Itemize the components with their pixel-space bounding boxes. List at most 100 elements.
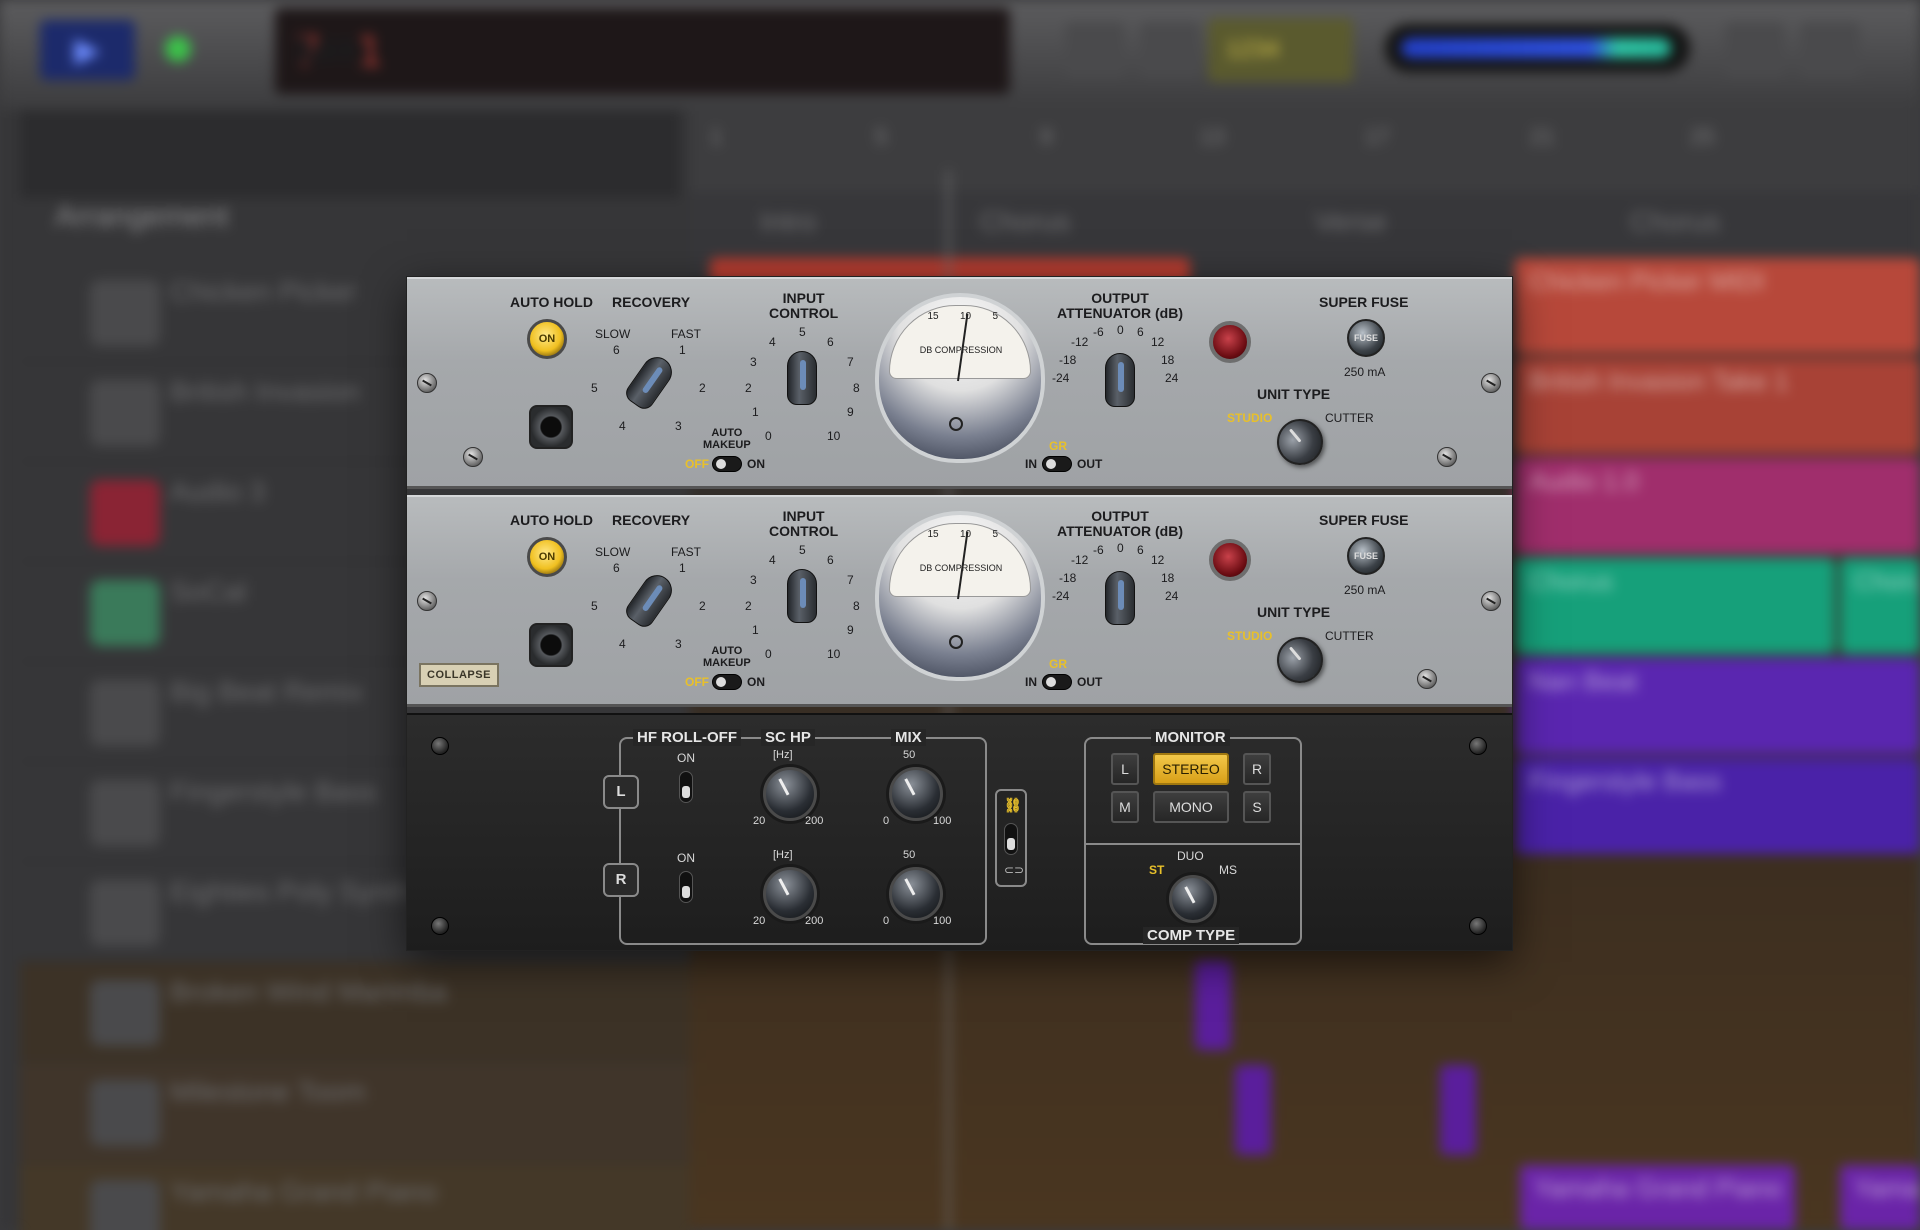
monitor-m-button[interactable]: M xyxy=(1111,791,1139,823)
screw-icon xyxy=(1437,447,1457,467)
link-switch[interactable] xyxy=(1004,823,1018,855)
auto-hold-button[interactable]: ON xyxy=(527,537,567,577)
loop-browser-button[interactable] xyxy=(1800,22,1860,78)
unit-type-label: UNIT TYPE xyxy=(1257,604,1331,620)
master-volume-slider[interactable] xyxy=(1385,24,1690,72)
meter-scale: 20 15 10 5 0 xyxy=(895,529,1025,540)
region[interactable]: Fingerstyle Bass xyxy=(1515,758,1920,854)
region[interactable] xyxy=(1440,1065,1476,1155)
marker[interactable]: Chorus xyxy=(1630,206,1720,238)
monitor-stereo-button[interactable]: STEREO xyxy=(1153,753,1229,785)
region[interactable] xyxy=(1195,960,1231,1050)
unit-type-knob[interactable] xyxy=(1267,627,1333,693)
auto-makeup-switch[interactable] xyxy=(712,456,742,472)
fuse-button[interactable]: FUSE xyxy=(1347,537,1385,575)
meter-scale: 20 15 10 5 0 xyxy=(895,311,1025,322)
notepad-button[interactable] xyxy=(1725,22,1785,78)
input-control-label: INPUT CONTROL xyxy=(769,508,839,539)
meter-in-out-switch[interactable] xyxy=(1042,456,1072,472)
sc-hp-r-knob[interactable] xyxy=(763,867,817,921)
mix-r-knob[interactable] xyxy=(889,867,943,921)
hf-rolloff-r-switch[interactable] xyxy=(679,871,693,903)
compressor-unit-1: AUTO HOLD ON RECOVERY SLOW FAST 6 5 4 3 … xyxy=(407,277,1512,489)
screw-icon xyxy=(1481,591,1501,611)
output-attenuator-knob[interactable] xyxy=(1105,571,1135,625)
screw-icon xyxy=(1481,373,1501,393)
marker[interactable]: Verse xyxy=(1315,206,1387,238)
play-button[interactable]: ▶ xyxy=(40,20,135,80)
sc-hp-label: SC HP xyxy=(761,729,815,746)
comp-type-knob[interactable] xyxy=(1169,875,1217,923)
auto-hold-label: AUTO HOLD xyxy=(510,294,593,310)
recovery-knob[interactable] xyxy=(622,569,678,631)
studio-label: STUDIO xyxy=(1227,411,1273,425)
marker[interactable]: Intro xyxy=(760,206,816,238)
count-in-display[interactable]: 1234 xyxy=(1208,18,1353,82)
input-jack-icon xyxy=(529,405,573,449)
pilot-lamp-icon xyxy=(1209,321,1251,363)
input-control-knob[interactable] xyxy=(787,351,817,405)
unit-type-knob[interactable] xyxy=(1267,409,1333,475)
region[interactable] xyxy=(1235,1065,1271,1155)
gain-reduction-meter: 20 15 10 5 0 DB COMPRESSION xyxy=(875,293,1045,463)
tuner-button[interactable] xyxy=(1140,22,1200,78)
screw-icon xyxy=(417,373,437,393)
region[interactable]: Yamaha xyxy=(1840,1165,1920,1230)
auto-makeup-label: AUTO MAKEUP xyxy=(703,427,751,451)
recovery-label: RECOVERY xyxy=(612,294,691,310)
region[interactable]: Chorus xyxy=(1840,558,1920,654)
track-row[interactable]: Milestone Toom xyxy=(20,1062,690,1162)
lcd-display: 2 7 1 1 223 140 Cmaj 4/4 xyxy=(275,8,1010,94)
record-indicator[interactable] xyxy=(165,36,191,62)
auto-makeup-label: AUTO MAKEUP xyxy=(703,645,751,669)
collapse-button[interactable]: COLLAPSE xyxy=(419,663,499,687)
screw-icon xyxy=(431,917,449,935)
region[interactable]: Yamaha Grand Piano xyxy=(1520,1165,1795,1230)
screw-icon xyxy=(463,447,483,467)
track-row[interactable]: Broken Wind Marimba xyxy=(20,962,690,1062)
ruler[interactable]: 1 5 9 13 17 21 25 xyxy=(690,110,1920,192)
hf-rolloff-label: HF ROLL-OFF xyxy=(633,729,741,746)
cutter-label: CUTTER xyxy=(1325,629,1374,643)
monitor-mono-button[interactable]: MONO xyxy=(1153,791,1229,823)
fast-label: FAST xyxy=(671,327,702,341)
auto-hold-label: AUTO HOLD xyxy=(510,512,593,528)
region[interactable]: Chicken Picker MIDI xyxy=(1515,258,1920,354)
monitor-s-button[interactable]: S xyxy=(1243,791,1271,823)
region[interactable]: Chorus xyxy=(1515,558,1835,654)
monitor-r-button[interactable]: R xyxy=(1243,753,1271,785)
region[interactable]: Nan Beat xyxy=(1515,658,1920,754)
right-channel-label: R xyxy=(603,863,639,897)
track-row[interactable]: Yamaha Grand Piano xyxy=(20,1162,690,1230)
screw-icon xyxy=(1469,737,1487,755)
studio-label: STUDIO xyxy=(1227,629,1273,643)
sc-hp-l-knob[interactable] xyxy=(763,767,817,821)
lcd-signature: 4/4 xyxy=(295,31,357,71)
hf-rolloff-l-switch[interactable] xyxy=(679,771,693,803)
gain-reduction-meter: 20 15 10 5 0 DB COMPRESSION xyxy=(875,511,1045,681)
daw-window: ▶ 2 7 1 1 223 140 Cmaj 4/4 1234 Arrangem… xyxy=(0,0,1920,1230)
input-control-knob[interactable] xyxy=(787,569,817,623)
input-control-label: INPUT CONTROL xyxy=(769,290,839,321)
unlink-icon: ⊂⊃ xyxy=(1004,863,1025,877)
output-attenuator-knob[interactable] xyxy=(1105,353,1135,407)
monitor-label: MONITOR xyxy=(1151,729,1230,746)
left-channel-label: L xyxy=(603,775,639,809)
output-attenuator-label: OUTPUT ATTENUATOR (dB) xyxy=(1057,290,1183,321)
meter-in-out-switch[interactable] xyxy=(1042,674,1072,690)
auto-makeup-switch[interactable] xyxy=(712,674,742,690)
screw-icon xyxy=(1469,917,1487,935)
region[interactable]: British Invasion Take 1 xyxy=(1515,358,1920,454)
fuse-button[interactable]: FUSE xyxy=(1347,319,1385,357)
pilot-lamp-icon xyxy=(1209,539,1251,581)
auto-hold-button[interactable]: ON xyxy=(527,319,567,359)
mix-l-knob[interactable] xyxy=(889,767,943,821)
recovery-knob[interactable] xyxy=(622,351,678,413)
monitor-l-button[interactable]: L xyxy=(1111,753,1139,785)
slow-label: SLOW xyxy=(595,545,631,559)
region[interactable]: Audio 1.0 xyxy=(1515,458,1920,554)
link-icon: ⛓ xyxy=(1004,797,1022,813)
cycle-button[interactable] xyxy=(1065,22,1125,78)
marker[interactable]: Chorus xyxy=(980,206,1070,238)
link-toggle[interactable]: ⛓ ⊂⊃ xyxy=(995,789,1027,887)
